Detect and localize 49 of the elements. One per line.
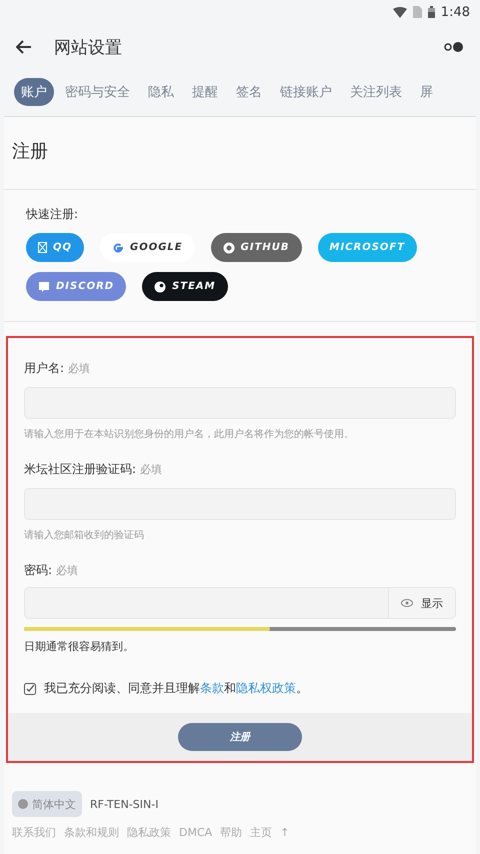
back-arrow-icon[interactable] <box>16 40 32 54</box>
password-field[interactable]: 显示 <box>24 587 456 619</box>
terms-link[interactable]: 条款 <box>200 681 224 695</box>
provider-login-button[interactable]: GITHUB <box>210 233 302 262</box>
g-logo-icon <box>112 242 124 254</box>
globe-icon <box>18 799 28 809</box>
battery-icon <box>428 6 435 18</box>
provider-login-button[interactable]: DISCORD <box>26 272 126 301</box>
privacy-link[interactable]: 隐私权政策 <box>236 681 296 695</box>
show-password-button[interactable]: 显示 <box>388 588 455 618</box>
settings-tab[interactable]: 隐私 <box>141 78 181 106</box>
footer-link[interactable]: 隐私政策 <box>127 825 171 840</box>
footer-link[interactable]: 联系我们 <box>12 825 56 840</box>
settings-tab[interactable]: 关注列表 <box>343 78 409 106</box>
footer-link[interactable]: 条款和规则 <box>64 825 119 840</box>
quick-register-label: 快速注册: <box>26 206 80 223</box>
footer-link[interactable]: ↑ <box>280 826 290 839</box>
field-label: 密码: 必填 <box>24 562 79 579</box>
provider-login-button[interactable]: STEAM <box>142 272 228 301</box>
clock-time: 1:48 <box>440 4 470 20</box>
theme-toggle-icon[interactable] <box>444 42 464 52</box>
footer-link[interactable]: 主页 <box>250 825 272 840</box>
provider-login-button[interactable]: QQ <box>26 233 84 262</box>
footer-link[interactable]: 帮助 <box>220 825 242 840</box>
settings-tab[interactable]: 账户 <box>14 78 54 106</box>
field-label: 用户名: 必填 <box>24 360 91 377</box>
settings-tab[interactable]: 签名 <box>229 78 269 106</box>
provider-login-button[interactable]: GOOGLE <box>100 233 195 262</box>
eye-icon <box>401 599 413 607</box>
field-hint: 请输入您邮箱收到的验证码 <box>24 528 145 542</box>
language-button[interactable]: 简体中文 <box>12 791 82 817</box>
agreement-text: 我已充分阅读、同意并且理解条款和隐私权政策。 <box>44 680 308 697</box>
wifi-icon <box>392 6 407 18</box>
agree-checkbox[interactable] <box>24 682 36 694</box>
register-button[interactable]: 注册 <box>178 723 302 751</box>
section-title: 注册 <box>4 117 476 190</box>
settings-tab[interactable]: 密码与安全 <box>58 78 137 106</box>
page-header-title: 网站设置 <box>54 36 123 58</box>
settings-tab[interactable]: 提醒 <box>185 78 225 106</box>
footer-link[interactable]: DMCA <box>179 826 212 839</box>
server-code: RF-TEN-SIN-I <box>90 798 158 810</box>
chat-icon <box>38 280 50 292</box>
provider-login-button[interactable]: MICROSOFT <box>318 233 418 262</box>
password-strength-hint: 日期通常很容易猜到。 <box>24 639 135 654</box>
field-hint: 请输入您用于在本站识别您身份的用户名，此用户名将作为您的帐号使用。 <box>24 428 355 441</box>
settings-tab[interactable]: 屏 <box>413 78 440 106</box>
settings-tab[interactable]: 链接账户 <box>273 78 339 106</box>
field-label: 米坛社区注册验证码: 必填 <box>24 461 163 478</box>
no-sim-icon <box>412 6 422 18</box>
